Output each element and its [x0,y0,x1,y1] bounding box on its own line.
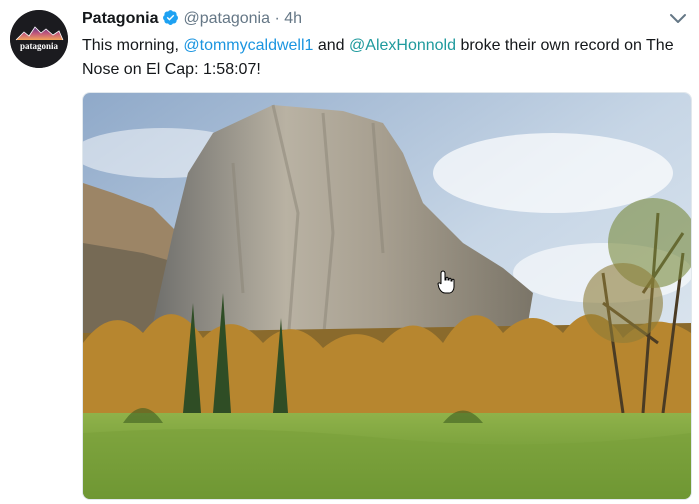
hand-pointer-icon [437,270,455,299]
chevron-down-icon[interactable] [669,12,687,26]
avatar[interactable]: patagonia [10,10,68,68]
tweet-photo[interactable] [82,92,692,500]
tweet-text: This morning, @tommycaldwell1 and @AlexH… [82,34,682,82]
patagonia-logo: patagonia [10,10,68,68]
avatar-logo-text: patagonia [20,41,59,51]
separator-dot: · [274,10,280,27]
mention-tommycaldwell1[interactable]: @tommycaldwell1 [183,37,313,54]
tweet-text-start: This morning, [82,37,184,54]
tweet-header: Patagonia @patagonia · 4h [82,8,302,33]
tweet-text-middle: and [313,37,350,54]
timestamp[interactable]: 4h [284,10,302,27]
display-name[interactable]: Patagonia [82,10,158,27]
mention-alexhonnold[interactable]: @AlexHonnold [349,37,456,54]
el-capitan-photo [83,93,691,499]
user-handle[interactable]: @patagonia [183,10,270,27]
verified-badge-icon [162,9,179,33]
